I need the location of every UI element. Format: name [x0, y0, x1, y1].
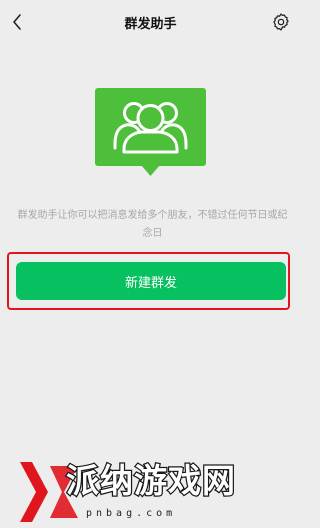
- gear-icon: [273, 13, 289, 31]
- watermark-text: 派纳游戏网: [65, 460, 237, 502]
- new-broadcast-button[interactable]: 新建群发: [16, 262, 286, 300]
- watermark-url: pnbag.com: [86, 508, 177, 519]
- navbar: 群发助手: [0, 0, 301, 44]
- description-text: 群发助手让你可以把消息发给多个朋友，不错过任何节日或纪念日: [17, 210, 288, 239]
- group-people-icon: [95, 88, 206, 176]
- page-title: 群发助手: [124, 17, 177, 32]
- settings-button[interactable]: [271, 12, 291, 32]
